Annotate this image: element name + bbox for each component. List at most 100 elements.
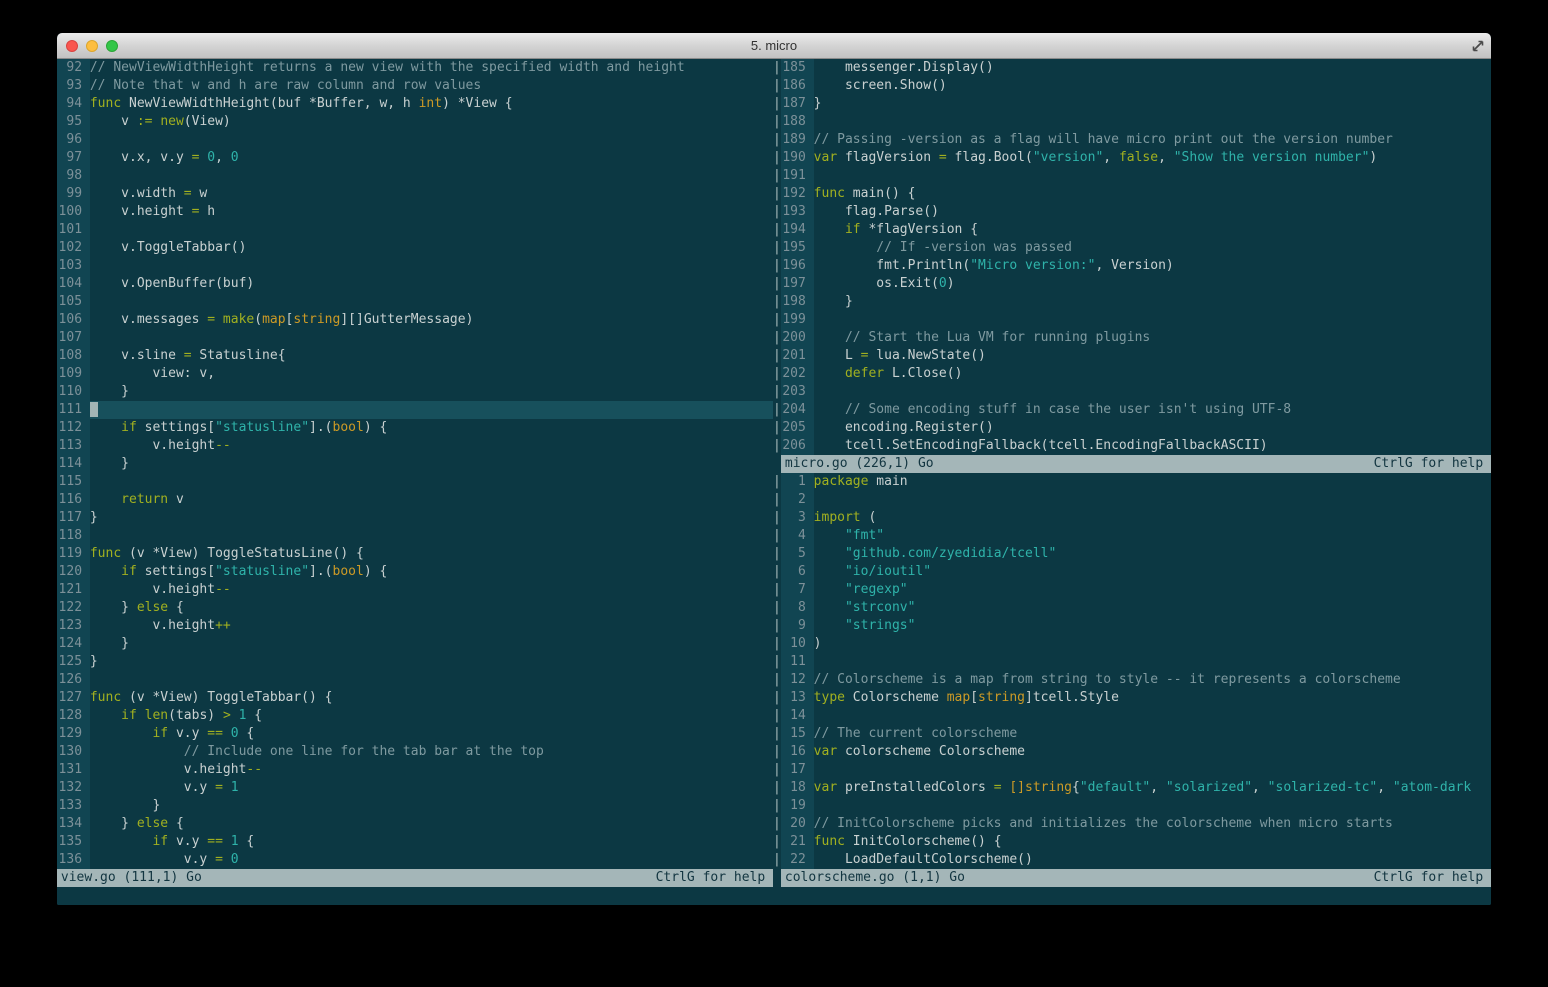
- line-number: 7: [780, 581, 814, 599]
- code-line[interactable]: | 14: [773, 707, 1491, 725]
- code-line[interactable]: | 4 "fmt": [773, 527, 1491, 545]
- code-line[interactable]: | 12 // Colorscheme is a map from string…: [773, 671, 1491, 689]
- code-line[interactable]: 126: [57, 671, 773, 689]
- line-number: 94: [57, 95, 90, 113]
- code-line[interactable]: 117 }: [57, 509, 773, 527]
- code-line[interactable]: 128 if len(tabs) > 1 {: [57, 707, 773, 725]
- pane-divider-icon: |: [773, 59, 781, 77]
- code-line[interactable]: | 13 type Colorscheme map[string]tcell.S…: [773, 689, 1491, 707]
- code-line[interactable]: 124 }: [57, 635, 773, 653]
- code-line[interactable]: 94 func NewViewWidthHeight(buf *Buffer, …: [57, 95, 773, 113]
- code-line[interactable]: | 198 }: [773, 293, 1491, 311]
- code-line[interactable]: 119 func (v *View) ToggleStatusLine() {: [57, 545, 773, 563]
- code-line[interactable]: | 202 defer L.Close(): [773, 365, 1491, 383]
- code-line[interactable]: | 10 ): [773, 635, 1491, 653]
- code-line[interactable]: 131 v.height--: [57, 761, 773, 779]
- code-line[interactable]: | 16 var colorscheme Colorscheme: [773, 743, 1491, 761]
- code-line[interactable]: 111: [57, 401, 773, 419]
- code-line[interactable]: | 189 // Passing -version as a flag will …: [773, 131, 1491, 149]
- code-line[interactable]: | 11: [773, 653, 1491, 671]
- code-line[interactable]: | 188: [773, 113, 1491, 131]
- pane-divider-icon: |: [773, 221, 781, 239]
- code-line[interactable]: 92 // NewViewWidthHeight returns a new v…: [57, 59, 773, 77]
- code-line[interactable]: | 7 "regexp": [773, 581, 1491, 599]
- code-line[interactable]: 109 view: v,: [57, 365, 773, 383]
- code-line[interactable]: 113 v.height--: [57, 437, 773, 455]
- code-line[interactable]: | 205 encoding.Register(): [773, 419, 1491, 437]
- code-line[interactable]: | 193 flag.Parse(): [773, 203, 1491, 221]
- code-line[interactable]: 106 v.messages = make(map[string][]Gutte…: [57, 311, 773, 329]
- code-line[interactable]: | 185 messenger.Display(): [773, 59, 1491, 77]
- code-line[interactable]: 120 if settings["statusline"].(bool) {: [57, 563, 773, 581]
- code-line[interactable]: 135 if v.y == 1 {: [57, 833, 773, 851]
- code-line[interactable]: | 195 // If -version was passed: [773, 239, 1491, 257]
- code-line[interactable]: | 190 var flagVersion = flag.Bool("versio…: [773, 149, 1491, 167]
- code-line[interactable]: 133 }: [57, 797, 773, 815]
- code-line[interactable]: | 9 "strings": [773, 617, 1491, 635]
- code-line[interactable]: | 19: [773, 797, 1491, 815]
- code-line[interactable]: 116 return v: [57, 491, 773, 509]
- pane-divider-icon: |: [773, 779, 781, 797]
- code-line[interactable]: | 15 // The current colorscheme: [773, 725, 1491, 743]
- command-line[interactable]: [57, 887, 1491, 905]
- line-number: 99: [57, 185, 90, 203]
- titlebar[interactable]: 5. micro: [57, 33, 1491, 59]
- code-line[interactable]: | 192 func main() {: [773, 185, 1491, 203]
- code-line[interactable]: | 191: [773, 167, 1491, 185]
- code-line[interactable]: 132 v.y = 1: [57, 779, 773, 797]
- code-line[interactable]: | 2: [773, 491, 1491, 509]
- code-line[interactable]: 127 func (v *View) ToggleTabbar() {: [57, 689, 773, 707]
- code-line[interactable]: 114 }: [57, 455, 773, 473]
- code-line[interactable]: | 18 var preInstalledColors = []string{"…: [773, 779, 1491, 797]
- code-line[interactable]: 123 v.height++: [57, 617, 773, 635]
- code-line[interactable]: 102 v.ToggleTabbar(): [57, 239, 773, 257]
- code-line[interactable]: | 17: [773, 761, 1491, 779]
- code-line[interactable]: | 197 os.Exit(0): [773, 275, 1491, 293]
- pane-divider-icon: |: [773, 329, 781, 347]
- code-line[interactable]: | 206 tcell.SetEncodingFallback(tcell.Enc…: [773, 437, 1491, 455]
- code-line[interactable]: 101: [57, 221, 773, 239]
- code-line[interactable]: 129 if v.y == 0 {: [57, 725, 773, 743]
- code-line[interactable]: 121 v.height--: [57, 581, 773, 599]
- code-line[interactable]: 100 v.height = h: [57, 203, 773, 221]
- code-line[interactable]: | 187 }: [773, 95, 1491, 113]
- line-number: 1: [780, 473, 814, 491]
- code-line[interactable]: | 200 // Start the Lua VM for running plu…: [773, 329, 1491, 347]
- code-line[interactable]: | 3 import (: [773, 509, 1491, 527]
- code-line[interactable]: 118: [57, 527, 773, 545]
- code-line[interactable]: | 5 "github.com/zyedidia/tcell": [773, 545, 1491, 563]
- code-line[interactable]: | 20 // InitColorscheme picks and initia…: [773, 815, 1491, 833]
- code-line[interactable]: 134 } else {: [57, 815, 773, 833]
- code-line[interactable]: 112 if settings["statusline"].(bool) {: [57, 419, 773, 437]
- code-line[interactable]: 103: [57, 257, 773, 275]
- code-line[interactable]: | 1 package main: [773, 473, 1491, 491]
- code-line[interactable]: | 22 LoadDefaultColorscheme(): [773, 851, 1491, 869]
- code-line[interactable]: 122 } else {: [57, 599, 773, 617]
- code-line[interactable]: 108 v.sline = Statusline{: [57, 347, 773, 365]
- code-line[interactable]: 105: [57, 293, 773, 311]
- code-line[interactable]: 130 // Include one line for the tab bar …: [57, 743, 773, 761]
- code-line[interactable]: | 8 "strconv": [773, 599, 1491, 617]
- resize-icon[interactable]: [1470, 38, 1486, 54]
- code-line[interactable]: | 203: [773, 383, 1491, 401]
- code-line[interactable]: 136 v.y = 0: [57, 851, 773, 869]
- code-line[interactable]: | 196 fmt.Println("Micro version:", Versi…: [773, 257, 1491, 275]
- code-line[interactable]: 97 v.x, v.y = 0, 0: [57, 149, 773, 167]
- code-line[interactable]: 104 v.OpenBuffer(buf): [57, 275, 773, 293]
- code-line[interactable]: 110 }: [57, 383, 773, 401]
- code-line[interactable]: | 21 func InitColorscheme() {: [773, 833, 1491, 851]
- code-line[interactable]: 96: [57, 131, 773, 149]
- code-line[interactable]: | 194 if *flagVersion {: [773, 221, 1491, 239]
- code-line[interactable]: 93 // Note that w and h are raw column a…: [57, 77, 773, 95]
- code-line[interactable]: | 6 "io/ioutil": [773, 563, 1491, 581]
- code-line[interactable]: 115: [57, 473, 773, 491]
- code-line[interactable]: | 201 L = lua.NewState(): [773, 347, 1491, 365]
- code-line[interactable]: | 199: [773, 311, 1491, 329]
- code-line[interactable]: | 186 screen.Show(): [773, 77, 1491, 95]
- code-line[interactable]: 95 v := new(View): [57, 113, 773, 131]
- code-line[interactable]: | 204 // Some encoding stuff in case the …: [773, 401, 1491, 419]
- code-line[interactable]: 98: [57, 167, 773, 185]
- code-line[interactable]: 107: [57, 329, 773, 347]
- code-line[interactable]: 125 }: [57, 653, 773, 671]
- code-line[interactable]: 99 v.width = w: [57, 185, 773, 203]
